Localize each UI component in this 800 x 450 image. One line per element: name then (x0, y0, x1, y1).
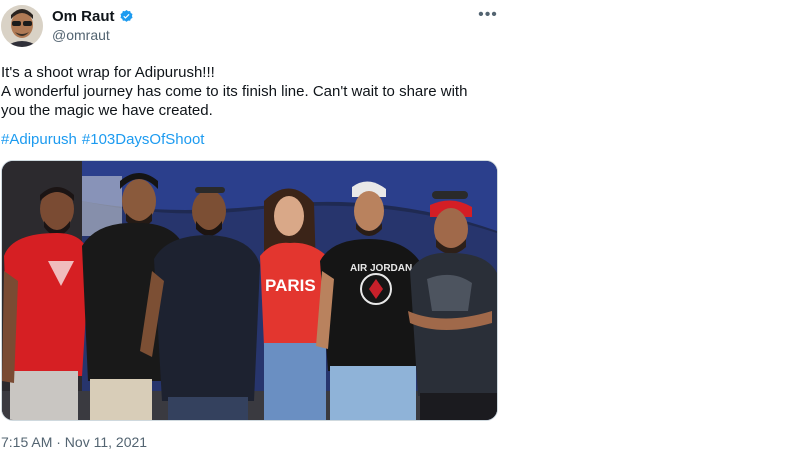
tweet-photo[interactable]: PARIS AIR JORDAN (1, 160, 498, 421)
shirt-text-jordan: AIR JORDAN (350, 263, 412, 274)
tweet-text-line: you the magic we have created. (1, 102, 213, 119)
tweet-card: Om Raut @omraut ••• It's a shoot wrap fo… (0, 0, 800, 450)
author-name[interactable]: Om Raut (52, 8, 115, 25)
tweet-text-line: A wonderful journey has come to its fini… (1, 83, 468, 100)
group-photo: PARIS AIR JORDAN (2, 161, 497, 420)
shirt-text-paris: PARIS (265, 276, 316, 295)
verified-badge-icon (120, 9, 133, 22)
author-handle[interactable]: @omraut (52, 27, 110, 43)
avatar-photo (1, 5, 43, 47)
hashtag-link[interactable]: #103DaysOfShoot (82, 131, 205, 148)
tweet-timestamp[interactable]: 7:15 AM · Nov 11, 2021 (1, 434, 147, 450)
author-avatar[interactable] (1, 5, 43, 47)
author-name-row[interactable]: Om Raut (52, 8, 134, 25)
hashtag-link[interactable]: #Adipurush (1, 131, 77, 148)
more-options-icon[interactable]: ••• (476, 7, 500, 26)
tweet-text: It's a shoot wrap for Adipurush!!! A won… (1, 63, 501, 120)
tweet-text-line: It's a shoot wrap for Adipurush!!! (1, 64, 215, 81)
hashtag-row: #Adipurush #103DaysOfShoot (1, 131, 204, 148)
